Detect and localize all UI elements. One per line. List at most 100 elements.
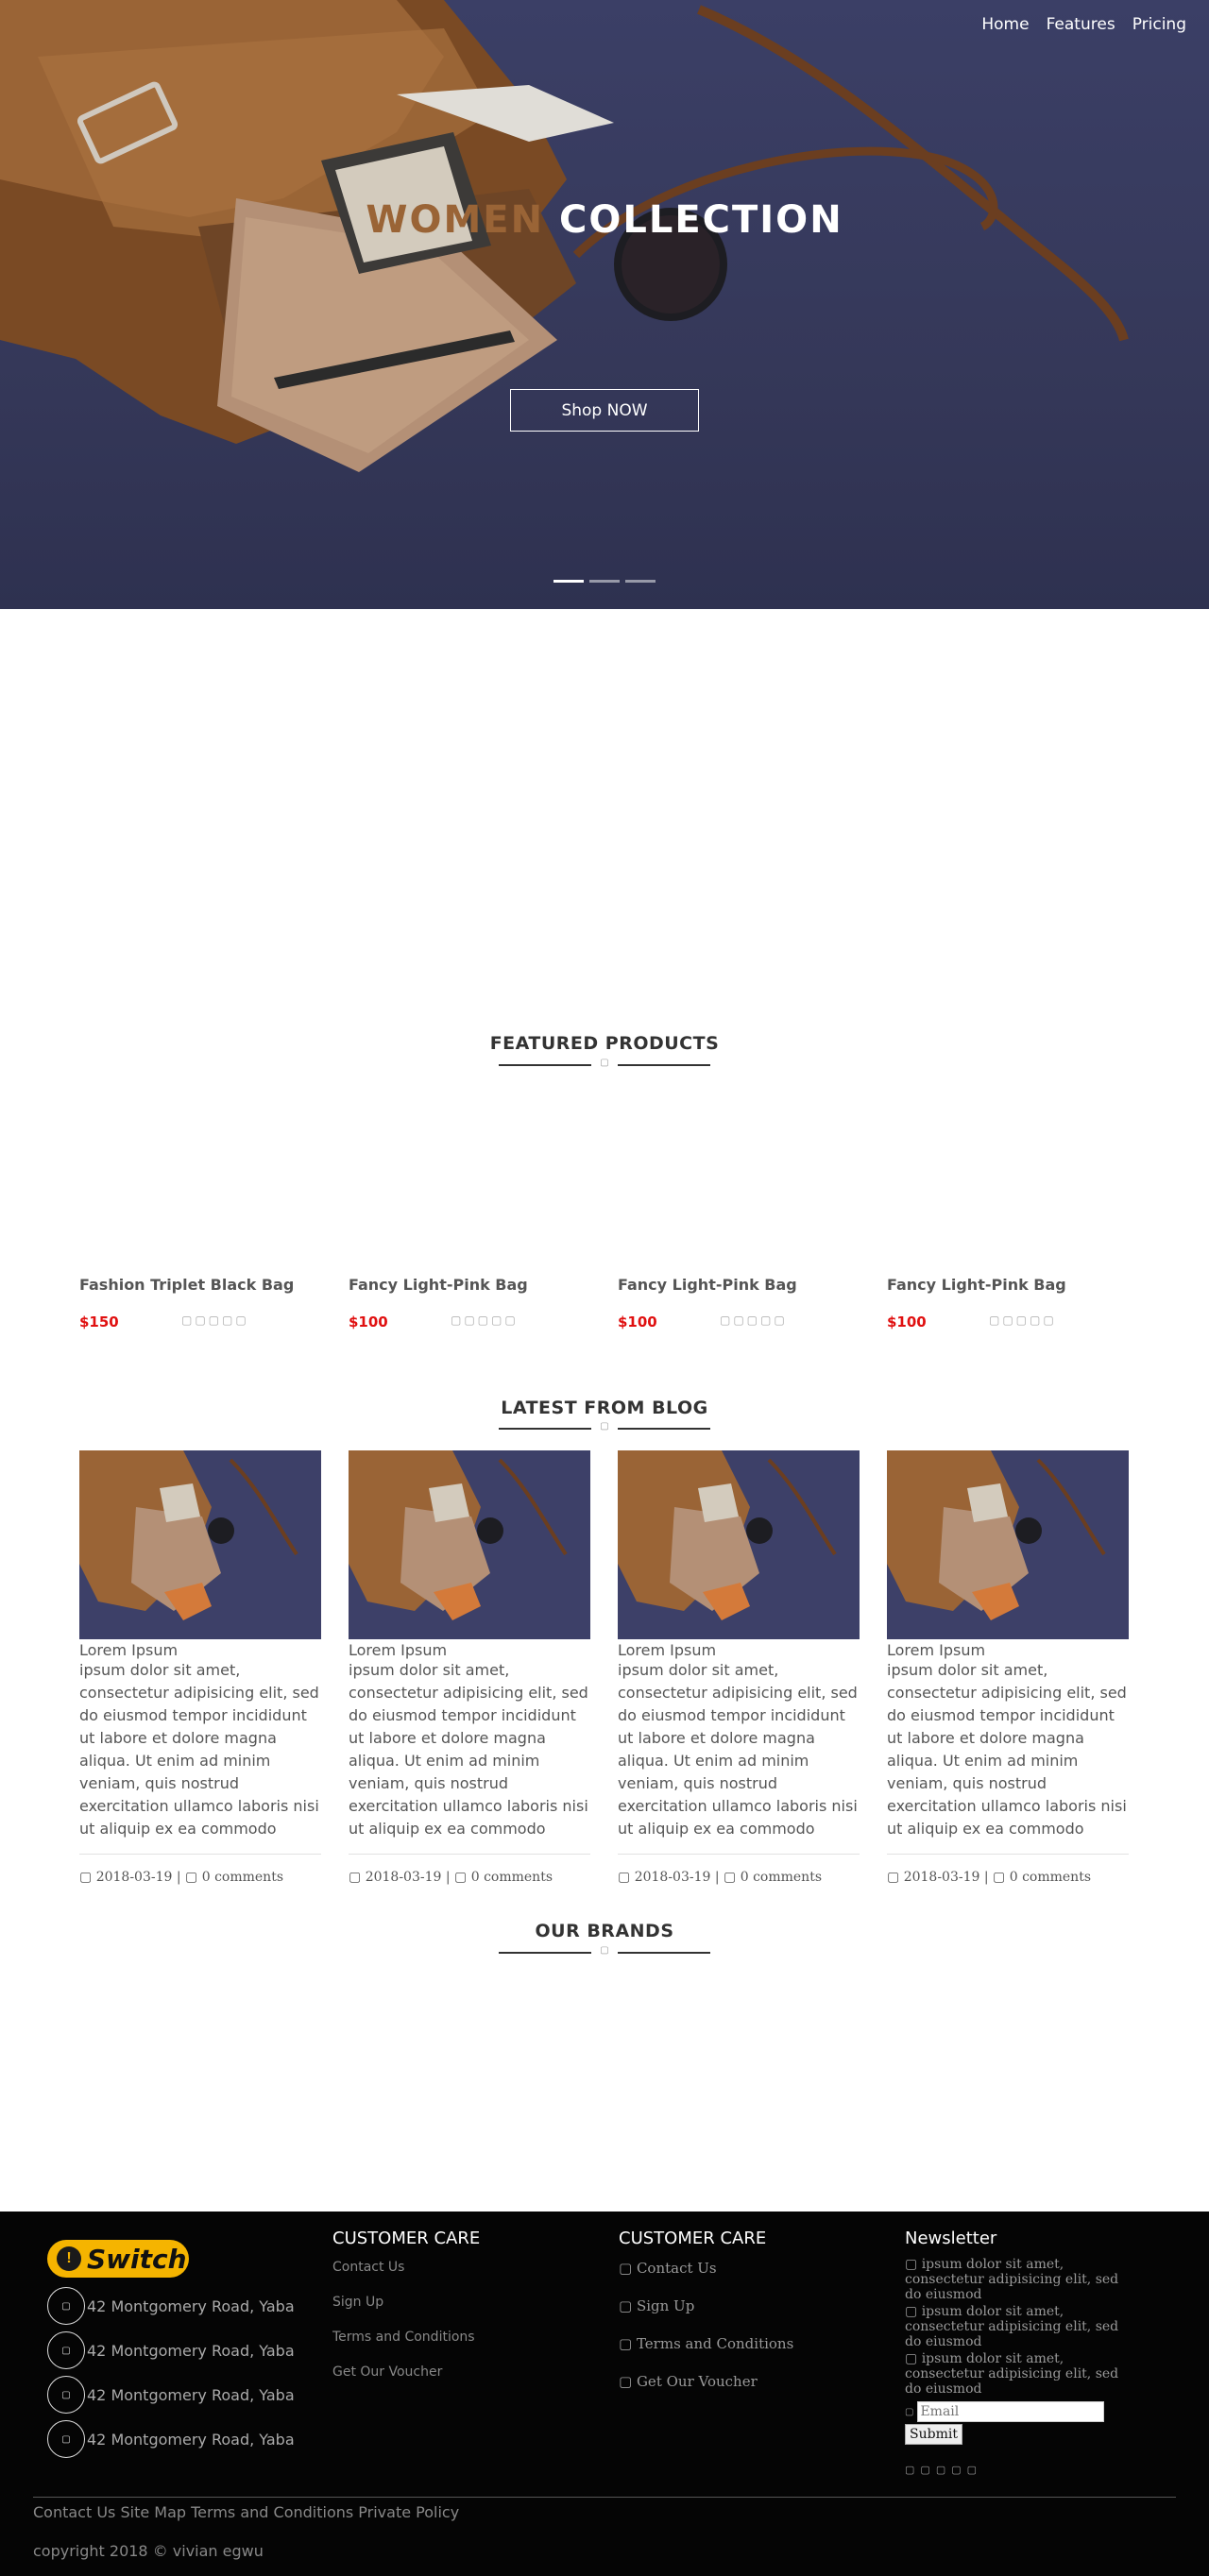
blog-post-excerpt: ipsum dolor sit amet, consectetur adipis… (79, 1661, 319, 1838)
blog-post-date: 2018-03-19 (365, 1870, 442, 1885)
address-text: 42 Montgomery Road, Yaba (87, 2385, 295, 2404)
comment-icon: ▢ (454, 1870, 468, 1885)
blog-post-date: 2018-03-19 (95, 1870, 173, 1885)
rating-stars-icon: ▢▢▢▢▢ (181, 1313, 249, 1327)
calendar-icon: ▢ (349, 1870, 362, 1885)
blog-thumbnail[interactable] (79, 1450, 321, 1639)
footer-link-item[interactable]: ▢ Terms and Conditions (619, 2335, 793, 2352)
bolt-icon: ! (57, 2246, 81, 2271)
instagram-icon[interactable]: ▢ (967, 2465, 982, 2476)
footer-link-item[interactable]: ▢ Get Our Voucher (619, 2373, 758, 2390)
product-price: $100 (887, 1313, 927, 1330)
hero-banner: Home Features Pricing WOMEN COLLECTION S… (0, 0, 1209, 609)
carousel-dot-3[interactable] (625, 580, 656, 583)
blog-post-divider (79, 1854, 321, 1855)
footer-link-terms[interactable]: Terms and Conditions (637, 2335, 793, 2352)
diamond-icon: ▢ (600, 1945, 609, 1956)
nav-home[interactable]: Home (981, 15, 1029, 34)
footer-bottom-links[interactable]: Contact Us Site Map Terms and Conditions… (33, 2503, 459, 2521)
facebook-icon[interactable]: ▢ (905, 2465, 920, 2476)
carousel-dot-1[interactable] (553, 580, 584, 583)
twitter-icon[interactable]: ▢ (920, 2465, 935, 2476)
rating-stars-icon: ▢▢▢▢▢ (451, 1313, 519, 1327)
newsletter-item-text: ipsum dolor sit amet, consectetur adipis… (905, 2257, 1119, 2302)
arrow-icon: ▢ (619, 2297, 637, 2314)
product-card[interactable]: Fancy Light-Pink Bag $100 ▢▢▢▢▢ (349, 1276, 590, 1330)
brands-divider: ▢ (499, 1945, 710, 1956)
newsletter-submit-button[interactable]: Submit (905, 2424, 962, 2445)
product-card[interactable]: Fancy Light-Pink Bag $100 ▢▢▢▢▢ (887, 1276, 1129, 1330)
blog-post-comments[interactable]: 0 comments (202, 1870, 283, 1885)
blog-post-title[interactable]: Lorem Ipsum (349, 1641, 590, 1659)
twitter-icon: ▢ (905, 2257, 922, 2272)
blog-post-title[interactable]: Lorem Ipsum (79, 1641, 321, 1659)
address-item: ▢ 42 Montgomery Road, Yaba (47, 2376, 295, 2414)
comment-icon: ▢ (993, 1870, 1006, 1885)
blog-post-meta: ▢ 2018-03-19 | ▢ 0 comments (618, 1870, 823, 1885)
blog-post: Lorem Ipsum ipsum dolor sit amet, consec… (887, 1450, 1129, 1885)
blog-post-divider (349, 1854, 590, 1855)
product-name[interactable]: Fancy Light-Pink Bag (618, 1276, 860, 1294)
footer-link-voucher[interactable]: Get Our Voucher (332, 2364, 442, 2380)
hero-title: WOMEN COLLECTION (0, 198, 1209, 242)
footer-link-contact[interactable]: Contact Us (332, 2260, 404, 2275)
newsletter-item: ▢ ipsum dolor sit amet, consectetur adip… (905, 2257, 1132, 2302)
comment-icon: ▢ (185, 1870, 198, 1885)
footer-link-item[interactable]: ▢ Sign Up (619, 2297, 694, 2314)
carousel-indicators (553, 580, 656, 583)
blog-post: Lorem Ipsum ipsum dolor sit amet, consec… (349, 1450, 590, 1885)
carousel-dot-2[interactable] (589, 580, 620, 583)
location-icon: ▢ (47, 2287, 85, 2325)
blog-post-comments[interactable]: 0 comments (741, 1870, 822, 1885)
footer-divider (33, 2497, 1176, 2498)
switch-logo[interactable]: ! Switch (47, 2240, 189, 2278)
location-icon: ▢ (47, 2420, 85, 2458)
copyright-text: copyright 2018 © vivian egwu (33, 2542, 264, 2560)
blog-thumbnail[interactable] (887, 1450, 1129, 1639)
product-card[interactable]: Fashion Triplet Black Bag $150 ▢▢▢▢▢ (79, 1276, 321, 1330)
arrow-icon: ▢ (619, 2373, 637, 2390)
newsletter-email-row: ▢ (905, 2401, 1105, 2422)
footer-link-signup[interactable]: Sign Up (332, 2295, 383, 2310)
email-field[interactable] (917, 2401, 1105, 2422)
blog-post-title[interactable]: Lorem Ipsum (887, 1641, 1129, 1659)
product-price: $100 (349, 1313, 388, 1330)
blog-post-comments[interactable]: 0 comments (471, 1870, 553, 1885)
newsletter-item: ▢ ipsum dolor sit amet, consectetur adip… (905, 2351, 1132, 2397)
envelope-icon: ▢ (905, 2406, 914, 2417)
footer-link-item[interactable]: ▢ Contact Us (619, 2260, 717, 2277)
footer-link-signup[interactable]: Sign Up (637, 2297, 694, 2314)
location-icon: ▢ (47, 2376, 85, 2414)
customer-care-title: CUSTOMER CARE (332, 2229, 481, 2248)
product-name[interactable]: Fancy Light-Pink Bag (349, 1276, 590, 1294)
blog-thumbnail[interactable] (349, 1450, 590, 1639)
calendar-icon: ▢ (79, 1870, 93, 1885)
blog-post-meta: ▢ 2018-03-19 | ▢ 0 comments (349, 1870, 553, 1885)
hero-title-part1: WOMEN (366, 198, 545, 242)
blog-post-divider (618, 1854, 860, 1855)
google-plus-icon[interactable]: ▢ (936, 2465, 951, 2476)
newsletter-item-text: ipsum dolor sit amet, consectetur adipis… (905, 2351, 1119, 2397)
blog-post-title[interactable]: Lorem Ipsum (618, 1641, 860, 1659)
footer-link-terms[interactable]: Terms and Conditions (332, 2330, 475, 2345)
shop-now-button[interactable]: Shop NOW (510, 389, 699, 432)
product-name[interactable]: Fashion Triplet Black Bag (79, 1276, 321, 1294)
newsletter-item-text: ipsum dolor sit amet, consectetur adipis… (905, 2304, 1119, 2349)
location-icon: ▢ (47, 2331, 85, 2369)
footer-link-voucher[interactable]: Get Our Voucher (637, 2373, 758, 2390)
social-icons: ▢▢▢▢▢ (905, 2464, 982, 2476)
blog-thumbnail[interactable] (618, 1450, 860, 1639)
blog-post-date: 2018-03-19 (903, 1870, 980, 1885)
linkedin-icon[interactable]: ▢ (951, 2465, 966, 2476)
product-name[interactable]: Fancy Light-Pink Bag (887, 1276, 1129, 1294)
arrow-icon: ▢ (619, 2260, 637, 2277)
comment-icon: ▢ (724, 1870, 737, 1885)
address-text: 42 Montgomery Road, Yaba (87, 2430, 295, 2449)
address-text: 42 Montgomery Road, Yaba (87, 2341, 295, 2360)
product-price: $100 (618, 1313, 657, 1330)
footer-link-contact[interactable]: Contact Us (637, 2260, 717, 2277)
product-card[interactable]: Fancy Light-Pink Bag $100 ▢▢▢▢▢ (618, 1276, 860, 1330)
nav-features[interactable]: Features (1047, 15, 1115, 34)
nav-pricing[interactable]: Pricing (1132, 15, 1186, 34)
blog-post-comments[interactable]: 0 comments (1010, 1870, 1091, 1885)
